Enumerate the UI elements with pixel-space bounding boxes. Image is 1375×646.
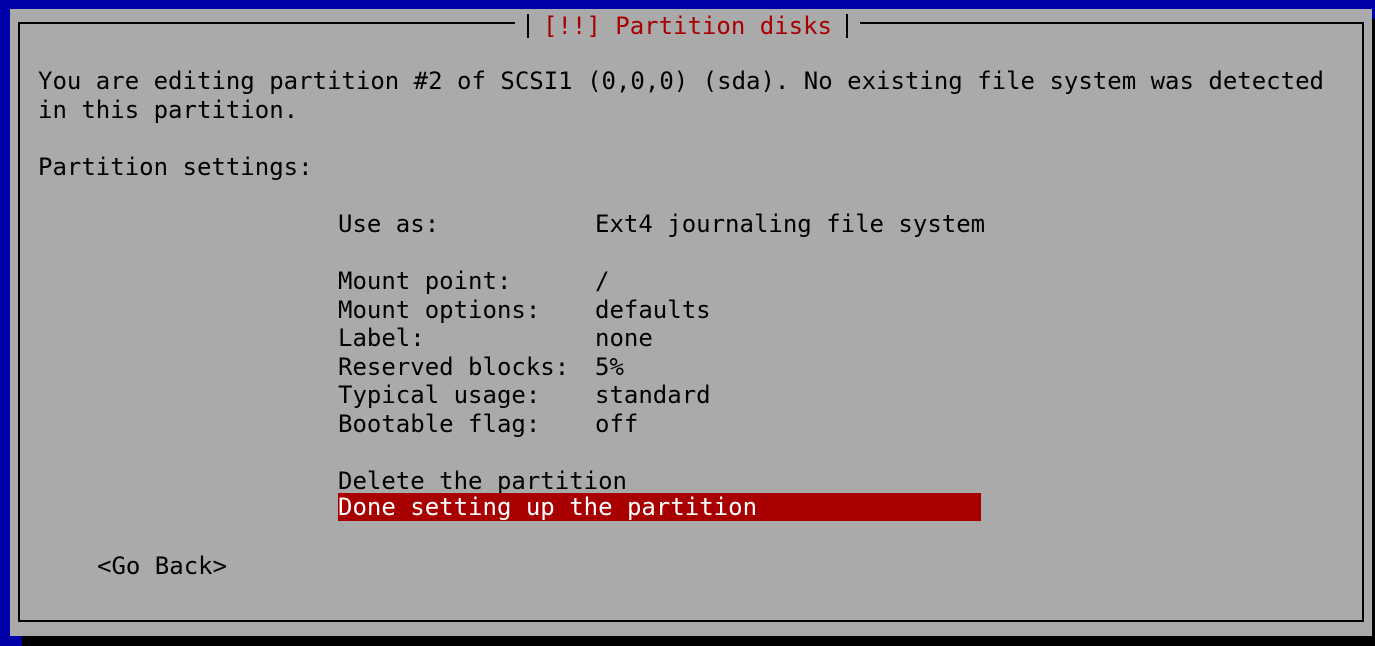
setting-value: defaults bbox=[595, 296, 711, 324]
setting-label: Use as: bbox=[338, 210, 440, 238]
done-partition-label: Done setting up the partition bbox=[338, 493, 758, 521]
setting-label: Typical usage: bbox=[338, 381, 541, 409]
go-back-button[interactable]: <Go Back> bbox=[97, 552, 227, 580]
done-partition-option[interactable]: Done setting up the partition bbox=[338, 493, 981, 521]
delete-partition-option[interactable]: Delete the partition bbox=[338, 467, 627, 495]
setting-label: Mount point: bbox=[338, 267, 512, 295]
description-line-1: You are editing partition #2 of SCSI1 (0… bbox=[38, 67, 1324, 95]
setting-value: 5% bbox=[595, 353, 624, 381]
settings-heading: Partition settings: bbox=[38, 153, 313, 181]
description-line-2: in this partition. bbox=[38, 96, 299, 124]
setting-label: Mount options: bbox=[338, 296, 541, 324]
setting-value: / bbox=[595, 267, 610, 295]
title-left-tick bbox=[527, 14, 529, 38]
setting-label: Bootable flag: bbox=[338, 410, 541, 438]
title-right-tick bbox=[845, 14, 848, 38]
setting-value: Ext4 journaling file system bbox=[595, 210, 986, 238]
dialog-title-bar: [!!] Partition disks bbox=[515, 10, 860, 42]
setting-value: standard bbox=[595, 381, 711, 409]
setting-value: none bbox=[595, 324, 653, 352]
setting-label: Reserved blocks: bbox=[338, 353, 570, 381]
setting-label: Label: bbox=[338, 324, 425, 352]
dialog-title: [!!] Partition disks bbox=[543, 12, 832, 40]
setting-value: off bbox=[595, 410, 639, 438]
